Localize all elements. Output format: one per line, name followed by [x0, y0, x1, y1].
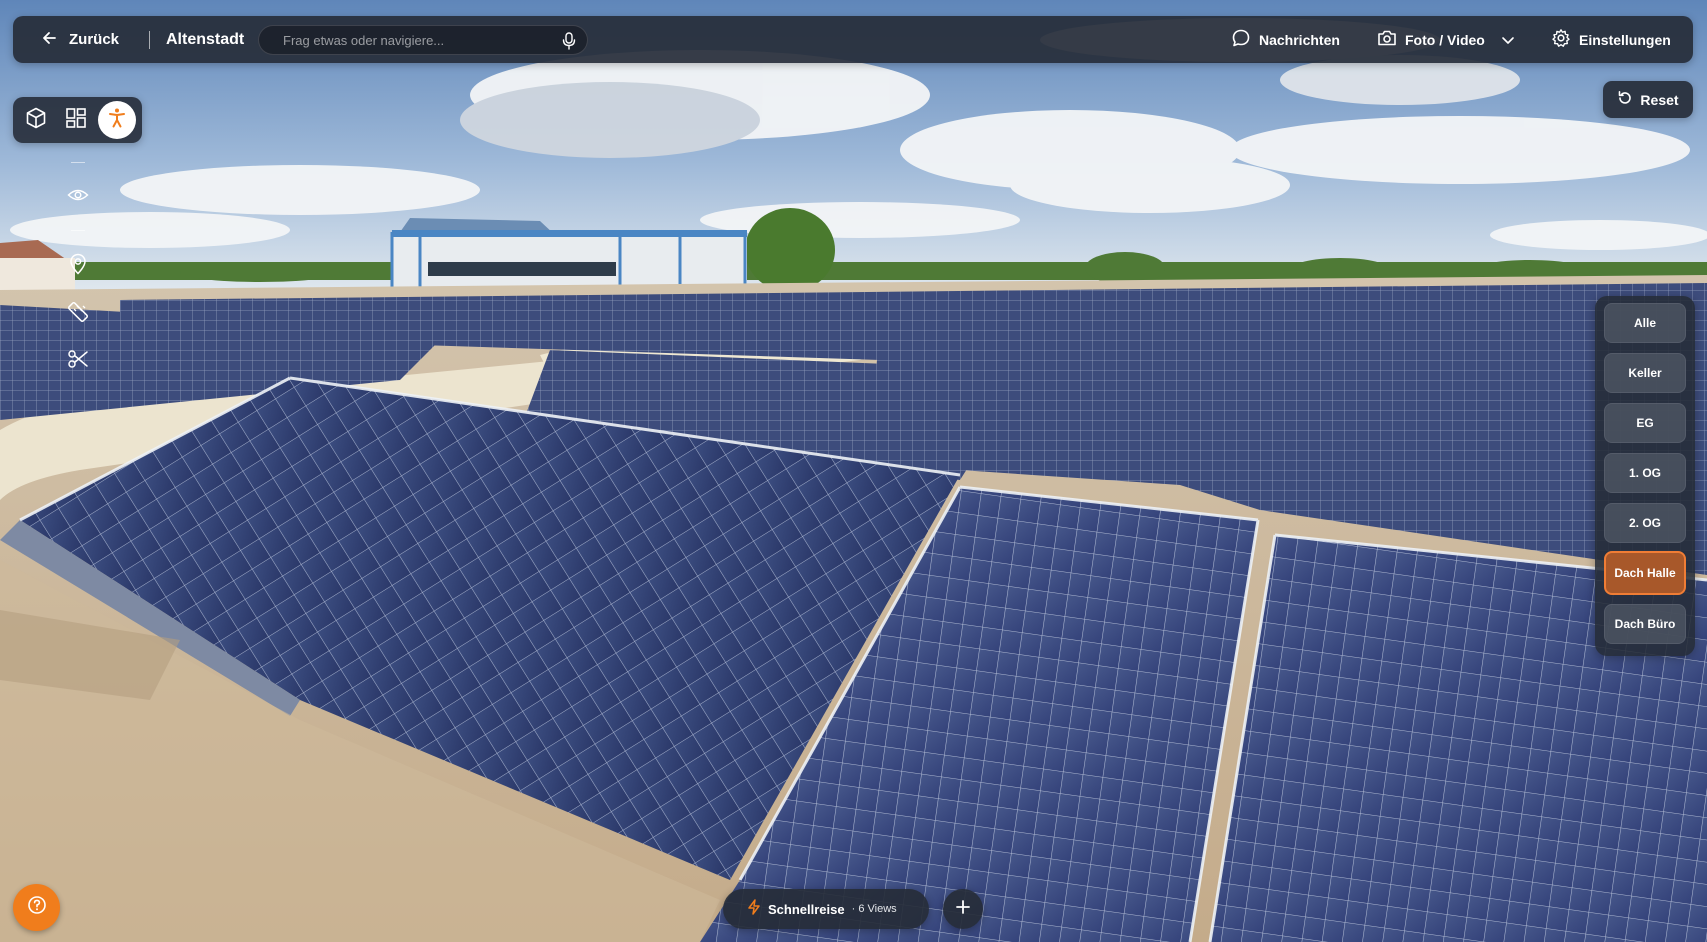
- back-button[interactable]: Zurück: [41, 16, 119, 63]
- location-pin-tool[interactable]: [63, 251, 93, 281]
- visibility-tool[interactable]: [63, 182, 93, 212]
- dashboard-grid-icon: [64, 106, 88, 135]
- location-pin-icon: [69, 253, 87, 280]
- reset-button[interactable]: Reset: [1603, 81, 1693, 118]
- eye-icon: [67, 187, 89, 208]
- cut-tool[interactable]: [63, 346, 93, 376]
- camera-icon: [1377, 29, 1397, 50]
- photo-video-dropdown[interactable]: Foto / Video: [1377, 16, 1515, 63]
- quick-travel-button[interactable]: Schnellreise · 6 Views: [723, 889, 929, 929]
- floor-button-dach-buero[interactable]: Dach Büro: [1604, 604, 1686, 644]
- plus-icon: [955, 899, 971, 920]
- side-tools: [63, 160, 93, 380]
- cube-icon: [24, 106, 48, 135]
- chat-bubble-icon: [1231, 28, 1251, 51]
- photo-video-label: Foto / Video: [1405, 31, 1485, 48]
- 3d-view-button[interactable]: [17, 101, 55, 139]
- floor-button-alle[interactable]: Alle: [1604, 303, 1686, 343]
- lightning-icon: [747, 898, 761, 920]
- settings-button[interactable]: Einstellungen: [1551, 16, 1671, 63]
- scissors-icon: [67, 348, 89, 375]
- separator: [71, 230, 85, 231]
- add-view-button[interactable]: [943, 889, 983, 929]
- person-view-button[interactable]: [98, 101, 136, 139]
- panorama-viewer[interactable]: Zurück Altenstadt Nachrichten Foto / Vid…: [0, 0, 1707, 942]
- measure-tool[interactable]: [63, 299, 93, 329]
- messages-button[interactable]: Nachrichten: [1231, 16, 1340, 63]
- search-input[interactable]: [259, 26, 573, 54]
- separator: [71, 162, 85, 163]
- search-box: [258, 25, 588, 55]
- reset-label: Reset: [1640, 91, 1679, 108]
- panorama-image[interactable]: [0, 0, 1707, 942]
- location-title: Altenstadt: [166, 30, 245, 48]
- quick-travel-count: · 6 Views: [851, 903, 897, 915]
- floorplan-view-button[interactable]: [57, 101, 95, 139]
- help-circle-icon: [27, 895, 47, 920]
- arrow-left-icon: [41, 30, 57, 50]
- gear-icon: [1551, 28, 1571, 51]
- help-button[interactable]: [13, 884, 60, 931]
- floor-selector: Alle Keller EG 1. OG 2. OG Dach Halle Da…: [1595, 296, 1695, 656]
- microphone-icon[interactable]: [561, 32, 577, 50]
- floor-button-dach-halle[interactable]: Dach Halle: [1604, 551, 1686, 595]
- quick-travel-label: Schnellreise: [768, 901, 845, 917]
- back-label: Zurück: [69, 31, 120, 48]
- walking-person-icon: [105, 106, 129, 135]
- settings-label: Einstellungen: [1579, 31, 1671, 48]
- floor-button-keller[interactable]: Keller: [1604, 353, 1686, 393]
- messages-label: Nachrichten: [1259, 31, 1340, 48]
- chevron-down-icon: [1501, 32, 1515, 48]
- view-mode-toolbar: [13, 97, 142, 143]
- floor-button-eg[interactable]: EG: [1604, 403, 1686, 443]
- floor-button-2-og[interactable]: 2. OG: [1604, 503, 1686, 543]
- rotate-ccw-icon: [1617, 90, 1633, 109]
- top-navigation-bar: Zurück Altenstadt Nachrichten Foto / Vid…: [13, 16, 1693, 63]
- ruler-icon: [67, 301, 89, 328]
- floor-button-1-og[interactable]: 1. OG: [1604, 453, 1686, 493]
- divider: [149, 31, 150, 49]
